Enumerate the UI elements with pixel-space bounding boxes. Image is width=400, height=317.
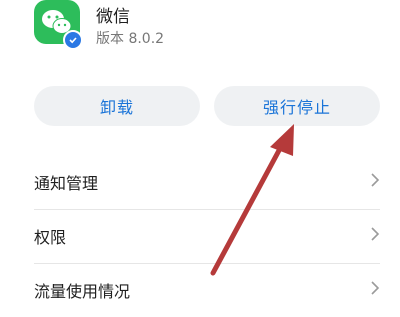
chevron-right-icon [370, 172, 380, 192]
chevron-right-icon [370, 280, 380, 300]
list-item-label: 流量使用情况 [34, 282, 131, 301]
app-header: 微信 版本 8.0.2 [0, 0, 400, 70]
list-item-data-usage[interactable]: 流量使用情况 [0, 263, 400, 317]
app-name: 微信 [96, 7, 130, 27]
list-item-label: 权限 [34, 228, 67, 247]
list-item-permissions[interactable]: 权限 [0, 209, 400, 263]
list-item-label: 通知管理 [34, 174, 99, 193]
chevron-right-icon [370, 226, 380, 246]
settings-list: 通知管理 权限 流量使用情况 [0, 155, 400, 317]
app-version: 版本 8.0.2 [96, 31, 165, 47]
list-item-notification-management[interactable]: 通知管理 [0, 155, 400, 209]
uninstall-button[interactable]: 卸载 [34, 86, 200, 126]
force-stop-button[interactable]: 强行停止 [214, 86, 380, 126]
verified-check-icon [63, 30, 83, 50]
